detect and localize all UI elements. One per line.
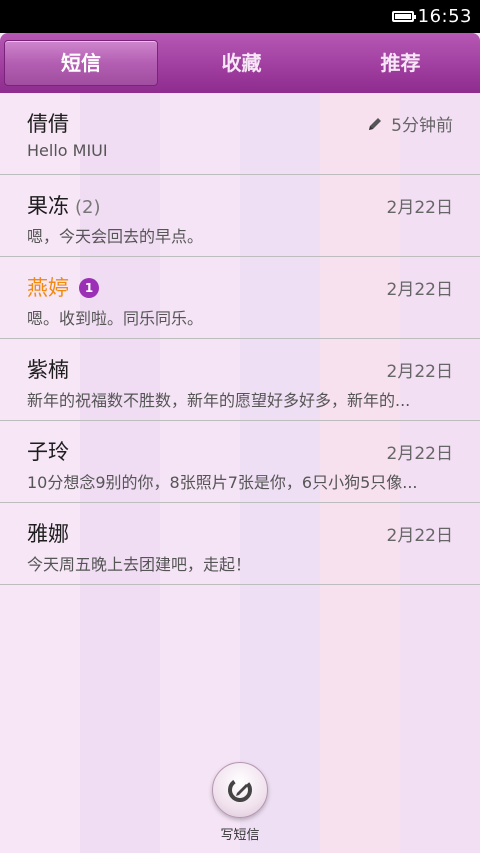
conversation-list: 倩倩 5分钟前 Hello MIUI 果冻 (2) 2月22日 嗯，今天会回去的早… xyxy=(0,93,480,585)
timestamp: 2月22日 xyxy=(386,444,453,464)
timestamp: 2月22日 xyxy=(386,362,453,382)
contact-name: 雅娜 xyxy=(27,522,69,546)
status-bar: 16:53 xyxy=(0,0,480,33)
message-preview: 新年的祝福数不胜数，新年的愿望好多好多，新年的... xyxy=(27,391,411,410)
message-preview: 嗯。收到啦。同乐同乐。 xyxy=(27,309,204,328)
compose-area: 写短信 xyxy=(212,762,268,843)
compose-icon xyxy=(228,778,252,802)
pencil-icon xyxy=(369,117,382,130)
tab-favorites[interactable]: 收藏 xyxy=(162,33,321,93)
message-count: (2) xyxy=(75,197,101,218)
conversation-row-ziling[interactable]: 子玲 2月22日 10分想念9别的你，8张照片7张是你，6只小狗5只像... xyxy=(0,421,480,503)
contact-name-text: 果冻 xyxy=(27,194,69,218)
battery-icon xyxy=(391,11,416,22)
contact-name: 紫楠 xyxy=(27,358,69,382)
conversation-row-yanting[interactable]: 燕婷 1 2月22日 嗯。收到啦。同乐同乐。 xyxy=(0,257,480,339)
clock: 16:53 xyxy=(417,6,472,27)
compose-button[interactable] xyxy=(212,762,268,818)
conversation-row-qianqian[interactable]: 倩倩 5分钟前 Hello MIUI xyxy=(0,93,480,175)
conversation-row-guodong[interactable]: 果冻 (2) 2月22日 嗯，今天会回去的早点。 xyxy=(0,175,480,257)
conversation-row-yana[interactable]: 雅娜 2月22日 今天周五晚上去团建吧，走起！ xyxy=(0,503,480,585)
contact-name: 燕婷 1 xyxy=(27,272,99,302)
message-preview: Hello MIUI xyxy=(27,141,108,160)
timestamp: 2月22日 xyxy=(386,198,453,218)
timestamp: 2月22日 xyxy=(386,280,453,300)
timestamp: 5分钟前 xyxy=(367,111,453,136)
contact-name: 果冻 (2) xyxy=(27,190,101,220)
tab-recommended[interactable]: 推荐 xyxy=(321,33,480,93)
compose-label: 写短信 xyxy=(220,828,260,843)
conversation-row-zinan[interactable]: 紫楠 2月22日 新年的祝福数不胜数，新年的愿望好多好多，新年的... xyxy=(0,339,480,421)
message-preview: 今天周五晚上去团建吧，走起！ xyxy=(27,555,252,574)
contact-name: 倩倩 xyxy=(27,112,69,136)
tab-bar: 短信 收藏 推荐 xyxy=(0,33,480,93)
tab-sms[interactable]: 短信 xyxy=(4,40,158,86)
contact-name-text: 燕婷 xyxy=(27,276,69,300)
timestamp: 2月22日 xyxy=(386,526,453,546)
message-preview: 嗯，今天会回去的早点。 xyxy=(27,227,204,246)
message-preview: 10分想念9别的你，8张照片7张是你，6只小狗5只像... xyxy=(27,473,418,492)
unread-badge: 1 xyxy=(79,278,99,298)
timestamp-text: 5分钟前 xyxy=(391,116,453,136)
contact-name: 子玲 xyxy=(27,440,69,464)
